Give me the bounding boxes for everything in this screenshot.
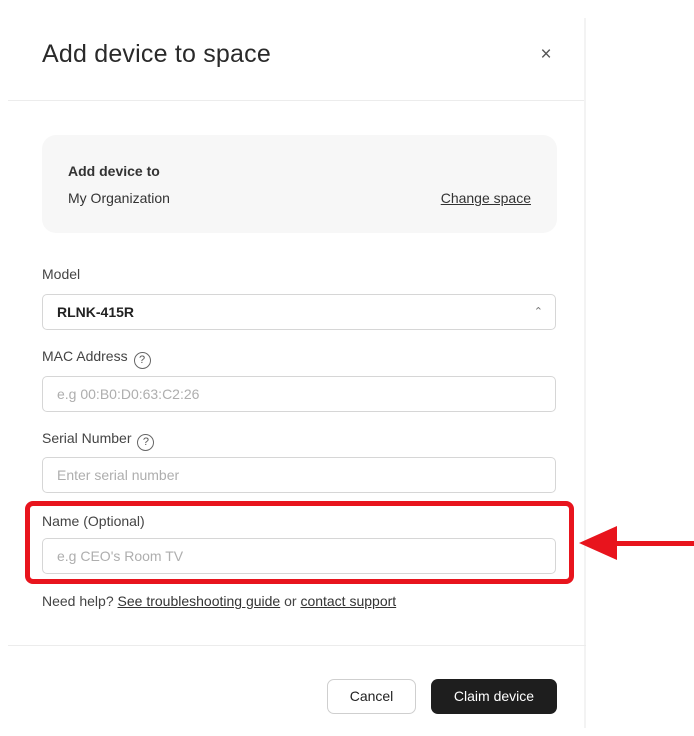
model-select-value: RLNK-415R (57, 304, 135, 320)
help-prefix: Need help? (42, 593, 114, 609)
help-middle: or (284, 593, 297, 609)
troubleshooting-guide-link[interactable]: See troubleshooting guide (118, 593, 281, 609)
model-select[interactable]: RLNK-415R ⌃ (42, 294, 556, 330)
change-space-link[interactable]: Change space (441, 190, 531, 206)
modal-edge (584, 18, 586, 728)
cancel-button[interactable]: Cancel (327, 679, 416, 714)
space-card: Add device to My Organization Change spa… (42, 135, 557, 233)
claim-device-button[interactable]: Claim device (431, 679, 557, 714)
serial-label-text: Serial Number (42, 430, 132, 446)
header-divider (8, 100, 586, 101)
mac-label-text: MAC Address (42, 348, 128, 364)
mac-input[interactable]: e.g 00:B0:D0:63:C2:26 (42, 376, 556, 412)
chevron-up-down-icon: ⌃ (533, 306, 543, 318)
contact-support-link[interactable]: contact support (300, 593, 396, 609)
footer-divider (8, 645, 586, 646)
annotation-arrow-head (579, 526, 617, 560)
space-card-value: My Organization (68, 190, 170, 206)
close-icon[interactable]: × (535, 44, 557, 66)
mac-label: MAC Address? (42, 348, 151, 369)
help-text: Need help? See troubleshooting guide or … (42, 593, 396, 609)
annotation-highlight-box (25, 501, 574, 584)
serial-input[interactable]: Enter serial number (42, 457, 556, 493)
modal-title: Add device to space (42, 40, 271, 68)
question-circle-icon[interactable]: ? (133, 352, 151, 369)
model-label: Model (42, 266, 81, 282)
space-card-label: Add device to (68, 163, 160, 179)
question-circle-icon[interactable]: ? (137, 434, 155, 451)
add-device-modal (8, 8, 586, 736)
annotation-arrow-shaft (614, 541, 694, 546)
serial-label: Serial Number? (42, 430, 155, 451)
